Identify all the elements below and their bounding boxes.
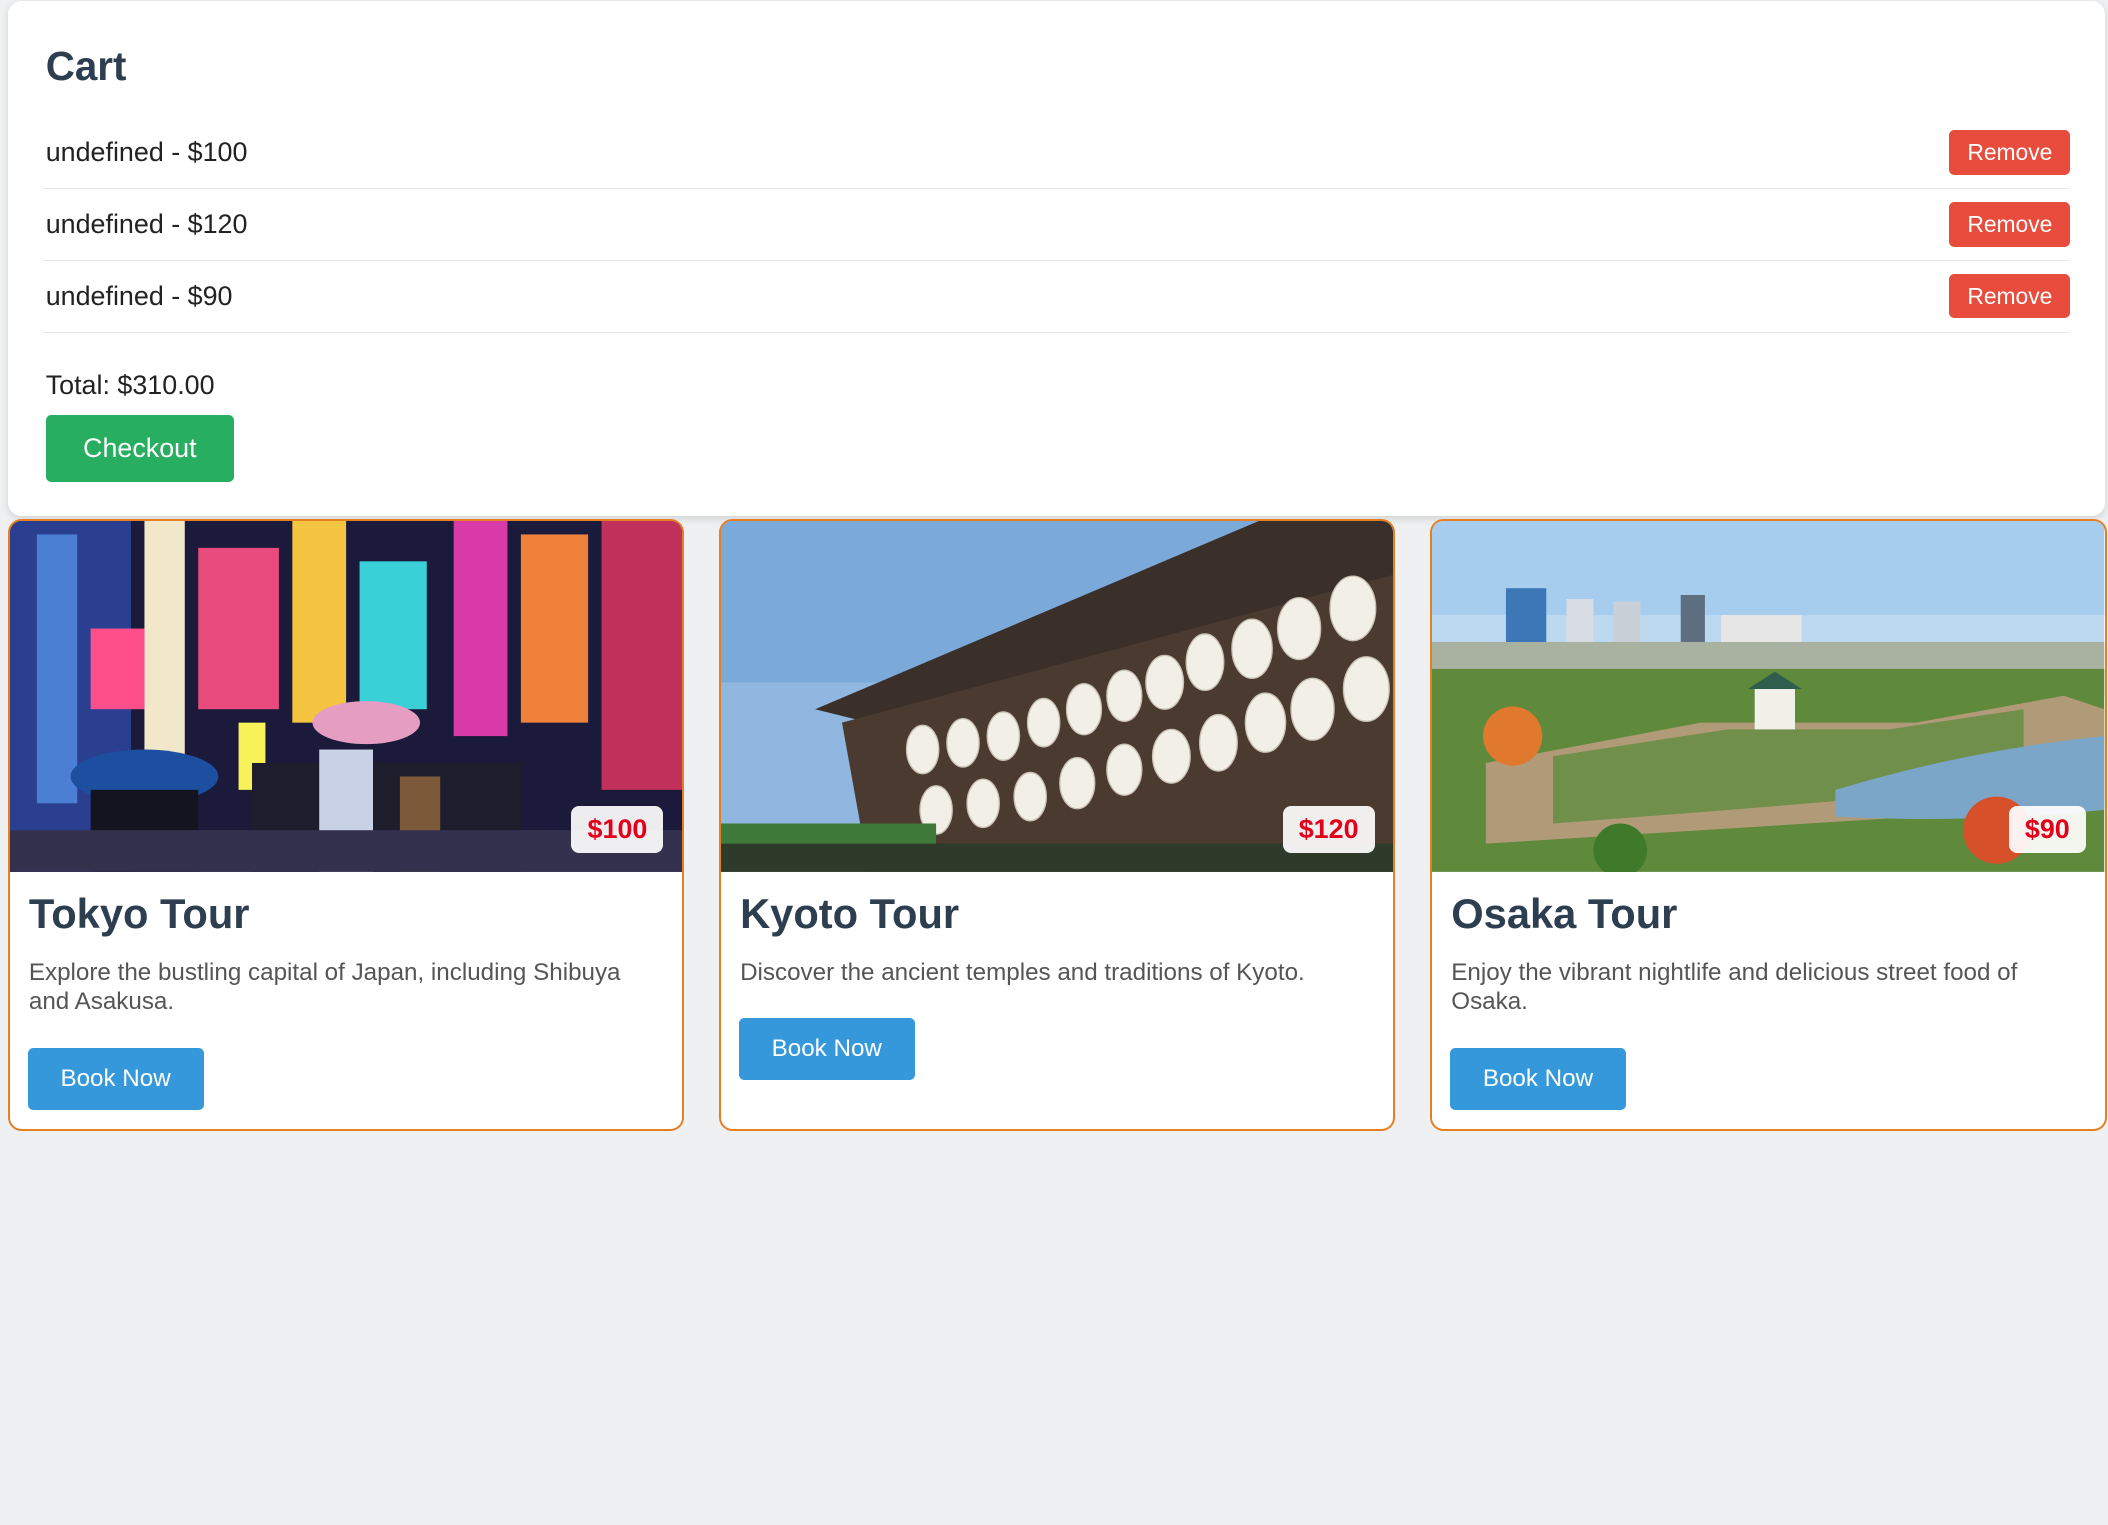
cart-item: undefined - $120 Remove — [43, 189, 2071, 261]
tour-card-osaka: $90 Osaka Tour Enjoy the vibrant nightli… — [1430, 518, 2107, 1131]
cart-title: Cart — [45, 42, 127, 89]
tour-cards: $100 Tokyo Tour Explore the bustling cap… — [8, 518, 2108, 1135]
book-now-button[interactable]: Book Now — [1449, 1047, 1627, 1110]
book-now-button[interactable]: Book Now — [27, 1047, 204, 1110]
price-badge: $120 — [1282, 805, 1375, 853]
tour-card-kyoto: $120 Kyoto Tour Discover the ancient tem… — [719, 518, 1396, 1131]
kyoto-image: $120 — [721, 520, 1394, 872]
cart-item-label: undefined - $120 — [45, 208, 248, 239]
tokyo-image: $100 — [10, 520, 683, 872]
cart-total: Total: $310.00 — [45, 369, 215, 400]
cart-item: undefined - $90 Remove — [43, 261, 2071, 333]
tour-title: Osaka Tour — [1451, 889, 1678, 937]
tour-title: Kyoto Tour — [740, 889, 960, 937]
osaka-image: $90 — [1432, 520, 2105, 872]
tour-description: Explore the bustling capital of Japan, i… — [28, 958, 621, 1016]
remove-button[interactable]: Remove — [1949, 274, 2071, 319]
cart-item-label: undefined - $100 — [45, 136, 248, 167]
cart-list: undefined - $100 Remove undefined - $120… — [43, 117, 2071, 333]
price-badge: $90 — [2008, 805, 2086, 853]
cart-item: undefined - $100 Remove — [43, 117, 2071, 189]
remove-button[interactable]: Remove — [1949, 130, 2071, 175]
book-now-button[interactable]: Book Now — [738, 1018, 915, 1081]
tour-description: Enjoy the vibrant nightlife and deliciou… — [1451, 958, 2018, 1016]
cart-item-label: undefined - $90 — [45, 280, 233, 311]
tour-title: Tokyo Tour — [28, 889, 250, 937]
checkout-button[interactable]: Checkout — [45, 414, 234, 482]
price-badge: $100 — [571, 805, 664, 853]
remove-button[interactable]: Remove — [1949, 202, 2071, 247]
tour-description: Discover the ancient temples and traditi… — [740, 958, 1305, 986]
cart-panel: Cart undefined - $100 Remove undefined -… — [8, 1, 2106, 517]
tour-card-tokyo: $100 Tokyo Tour Explore the bustling cap… — [8, 518, 685, 1131]
